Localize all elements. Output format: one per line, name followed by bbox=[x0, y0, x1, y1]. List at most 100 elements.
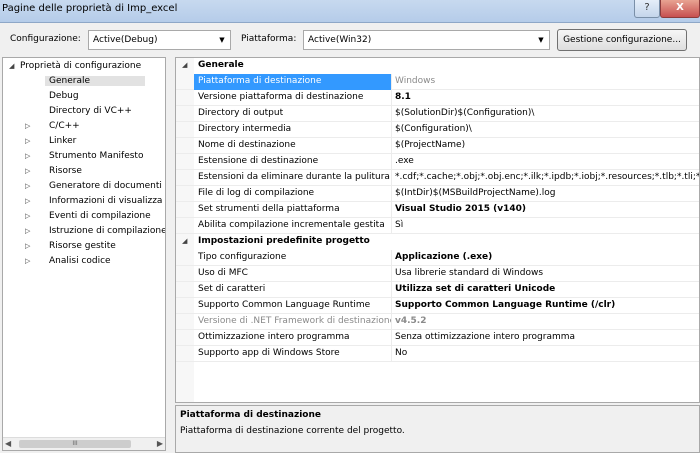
tree-item-label: Linker bbox=[49, 136, 77, 146]
property-value[interactable]: .exe bbox=[392, 154, 699, 170]
property-value[interactable]: 8.1 bbox=[392, 90, 699, 106]
property-row[interactable]: Tipo configurazione Applicazione (.exe) bbox=[176, 250, 699, 266]
property-name: Estensione di destinazione bbox=[194, 154, 392, 170]
property-row[interactable]: Directory intermedia $(Configuration)\ bbox=[176, 122, 699, 138]
tree-item-label: Informazioni di visualizza bbox=[49, 196, 163, 206]
tree-item[interactable]: ▷ Informazioni di visualizza bbox=[3, 195, 165, 210]
property-value[interactable]: No bbox=[392, 346, 699, 362]
property-name: File di log di compilazione bbox=[194, 186, 392, 202]
property-row[interactable]: Ottimizzazione intero programma Senza ott… bbox=[176, 330, 699, 346]
scroll-right-icon[interactable]: ▶ bbox=[157, 439, 163, 448]
property-name: Ottimizzazione intero programma bbox=[194, 330, 392, 346]
category-general[interactable]: ◢ Generale bbox=[176, 58, 699, 74]
tree-item-label: Debug bbox=[49, 91, 79, 101]
tree-item[interactable]: ▷ Linker bbox=[3, 135, 165, 150]
property-row[interactable]: File di log di compilazione $(IntDir)$(MS… bbox=[176, 186, 699, 202]
property-name: Nome di destinazione bbox=[194, 138, 392, 154]
property-tree: ◢ Proprietà di configurazione Generale Debu… bbox=[2, 57, 166, 451]
horizontal-scrollbar[interactable]: ◀ III ▶ bbox=[3, 437, 165, 450]
property-row[interactable]: Estensione di destinazione .exe bbox=[176, 154, 699, 170]
property-name: Versione di .NET Framework di destinazio… bbox=[194, 314, 392, 330]
tree-item-label: Generatore di documenti X bbox=[49, 181, 166, 191]
scroll-left-icon[interactable]: ◀ bbox=[5, 439, 11, 448]
tree-item[interactable]: Directory di VC++ bbox=[3, 105, 165, 120]
tree-item-label: Risorse gestite bbox=[49, 241, 116, 251]
property-row[interactable]: Supporto app di Windows Store No bbox=[176, 346, 699, 362]
property-name: Set di caratteri bbox=[194, 282, 392, 298]
property-value[interactable]: $(ProjectName) bbox=[392, 138, 699, 154]
category-label: Generale bbox=[198, 60, 244, 70]
property-value[interactable]: Visual Studio 2015 (v140) bbox=[392, 202, 699, 218]
property-row[interactable]: Estensioni da eliminare durante la pulit… bbox=[176, 170, 699, 186]
window-title: Pagine delle proprietà di Imp_excel bbox=[2, 3, 178, 14]
property-value[interactable]: *.cdf;*.cache;*.obj;*.obj.enc;*.ilk;*.ip… bbox=[392, 170, 699, 186]
property-row[interactable]: Versione piattaforma di destinazione 8.1 bbox=[176, 90, 699, 106]
tree-item-label: Directory di VC++ bbox=[49, 106, 132, 116]
collapse-icon[interactable]: ◢ bbox=[9, 62, 14, 70]
expand-icon[interactable]: ▷ bbox=[25, 137, 30, 145]
tree-item[interactable]: ▷ Generatore di documenti X bbox=[3, 180, 166, 195]
tree-item-label: Istruzione di compilazione bbox=[49, 226, 166, 236]
property-row[interactable]: Directory di output $(SolutionDir)$(Confi… bbox=[176, 106, 699, 122]
tree-item[interactable]: ▷ C/C++ bbox=[3, 120, 165, 135]
expand-icon[interactable]: ▷ bbox=[25, 257, 30, 265]
platform-value: Active(Win32) bbox=[308, 35, 372, 45]
property-row[interactable]: Versione di .NET Framework di destinazio… bbox=[176, 314, 699, 330]
expand-icon[interactable]: ▷ bbox=[25, 242, 30, 250]
property-name: Supporto app di Windows Store bbox=[194, 346, 392, 362]
property-value[interactable]: $(Configuration)\ bbox=[392, 122, 699, 138]
tree-item[interactable]: ◢ Proprietà di configurazione bbox=[3, 60, 165, 75]
property-value[interactable]: Applicazione (.exe) bbox=[392, 250, 699, 266]
expand-icon[interactable]: ▷ bbox=[25, 182, 30, 190]
category-project-defaults[interactable]: ◢ Impostazioni predefinite progetto bbox=[176, 234, 699, 250]
tree-item-label: Generale bbox=[45, 76, 145, 86]
property-value[interactable]: Windows bbox=[392, 74, 699, 90]
property-row[interactable]: Set strumenti della piattaforma Visual St… bbox=[176, 202, 699, 218]
scroll-thumb[interactable]: III bbox=[19, 440, 131, 448]
tree-item[interactable]: Generale bbox=[3, 75, 165, 90]
expand-icon[interactable]: ▷ bbox=[25, 197, 30, 205]
property-value[interactable]: $(SolutionDir)$(Configuration)\ bbox=[392, 106, 699, 122]
tree-item[interactable]: ▷ Eventi di compilazione bbox=[3, 210, 165, 225]
expand-icon[interactable]: ▷ bbox=[25, 152, 30, 160]
collapse-icon[interactable]: ◢ bbox=[182, 58, 187, 73]
collapse-icon[interactable]: ◢ bbox=[182, 234, 187, 249]
property-name: Tipo configurazione bbox=[194, 250, 392, 266]
property-value[interactable]: Supporto Common Language Runtime (/clr) bbox=[392, 298, 699, 314]
tree-item[interactable]: ▷ Risorse gestite bbox=[3, 240, 165, 255]
property-name: Set strumenti della piattaforma bbox=[194, 202, 392, 218]
property-row[interactable]: Uso di MFC Usa librerie standard di Windo… bbox=[176, 266, 699, 282]
tree-item[interactable]: ▷ Strumento Manifesto bbox=[3, 150, 165, 165]
property-value[interactable]: Senza ottimizzazione intero programma bbox=[392, 330, 699, 346]
property-row[interactable]: Set di caratteri Utilizza set di caratter… bbox=[176, 282, 699, 298]
category-label: Impostazioni predefinite progetto bbox=[198, 236, 370, 246]
description-title: Piattaforma di destinazione bbox=[180, 410, 322, 420]
tree-item[interactable]: ▷ Risorse bbox=[3, 165, 165, 180]
description-panel: Piattaforma di destinazione Piattaforma … bbox=[175, 405, 700, 453]
tree-item[interactable]: ▷ Analisi codice bbox=[3, 255, 165, 270]
description-text: Piattaforma di destinazione corrente del… bbox=[180, 426, 405, 436]
property-value[interactable]: Usa librerie standard di Windows bbox=[392, 266, 699, 282]
property-name: Versione piattaforma di destinazione bbox=[194, 90, 392, 106]
property-row[interactable]: Nome di destinazione $(ProjectName) bbox=[176, 138, 699, 154]
configuration-manager-button[interactable]: Gestione configurazione... bbox=[557, 29, 687, 51]
expand-icon[interactable]: ▷ bbox=[25, 212, 30, 220]
property-value[interactable]: $(IntDir)$(MSBuildProjectName).log bbox=[392, 186, 699, 202]
platform-dropdown[interactable]: Active(Win32) ▼ bbox=[303, 30, 550, 50]
tree-item[interactable]: ▷ Istruzione di compilazione bbox=[3, 225, 166, 240]
property-value[interactable]: Sì bbox=[392, 218, 699, 234]
property-value[interactable]: v4.5.2 bbox=[392, 314, 699, 330]
property-name: Piattaforma di destinazione bbox=[194, 74, 392, 90]
property-row[interactable]: Piattaforma di destinazione Windows bbox=[176, 74, 699, 90]
tree-item[interactable]: Debug bbox=[3, 90, 165, 105]
expand-icon[interactable]: ▷ bbox=[25, 122, 30, 130]
expand-icon[interactable]: ▷ bbox=[25, 227, 30, 235]
property-value[interactable]: Utilizza set di caratteri Unicode bbox=[392, 282, 699, 298]
configuration-dropdown[interactable]: Active(Debug) ▼ bbox=[88, 30, 231, 50]
close-button[interactable]: X bbox=[660, 0, 700, 18]
help-button[interactable]: ? bbox=[634, 0, 660, 18]
property-row[interactable]: Abilita compilazione incrementale gestit… bbox=[176, 218, 699, 234]
expand-icon[interactable]: ▷ bbox=[25, 167, 30, 175]
property-row[interactable]: Supporto Common Language Runtime Supporto… bbox=[176, 298, 699, 314]
tree-item-label: Eventi di compilazione bbox=[49, 211, 151, 221]
